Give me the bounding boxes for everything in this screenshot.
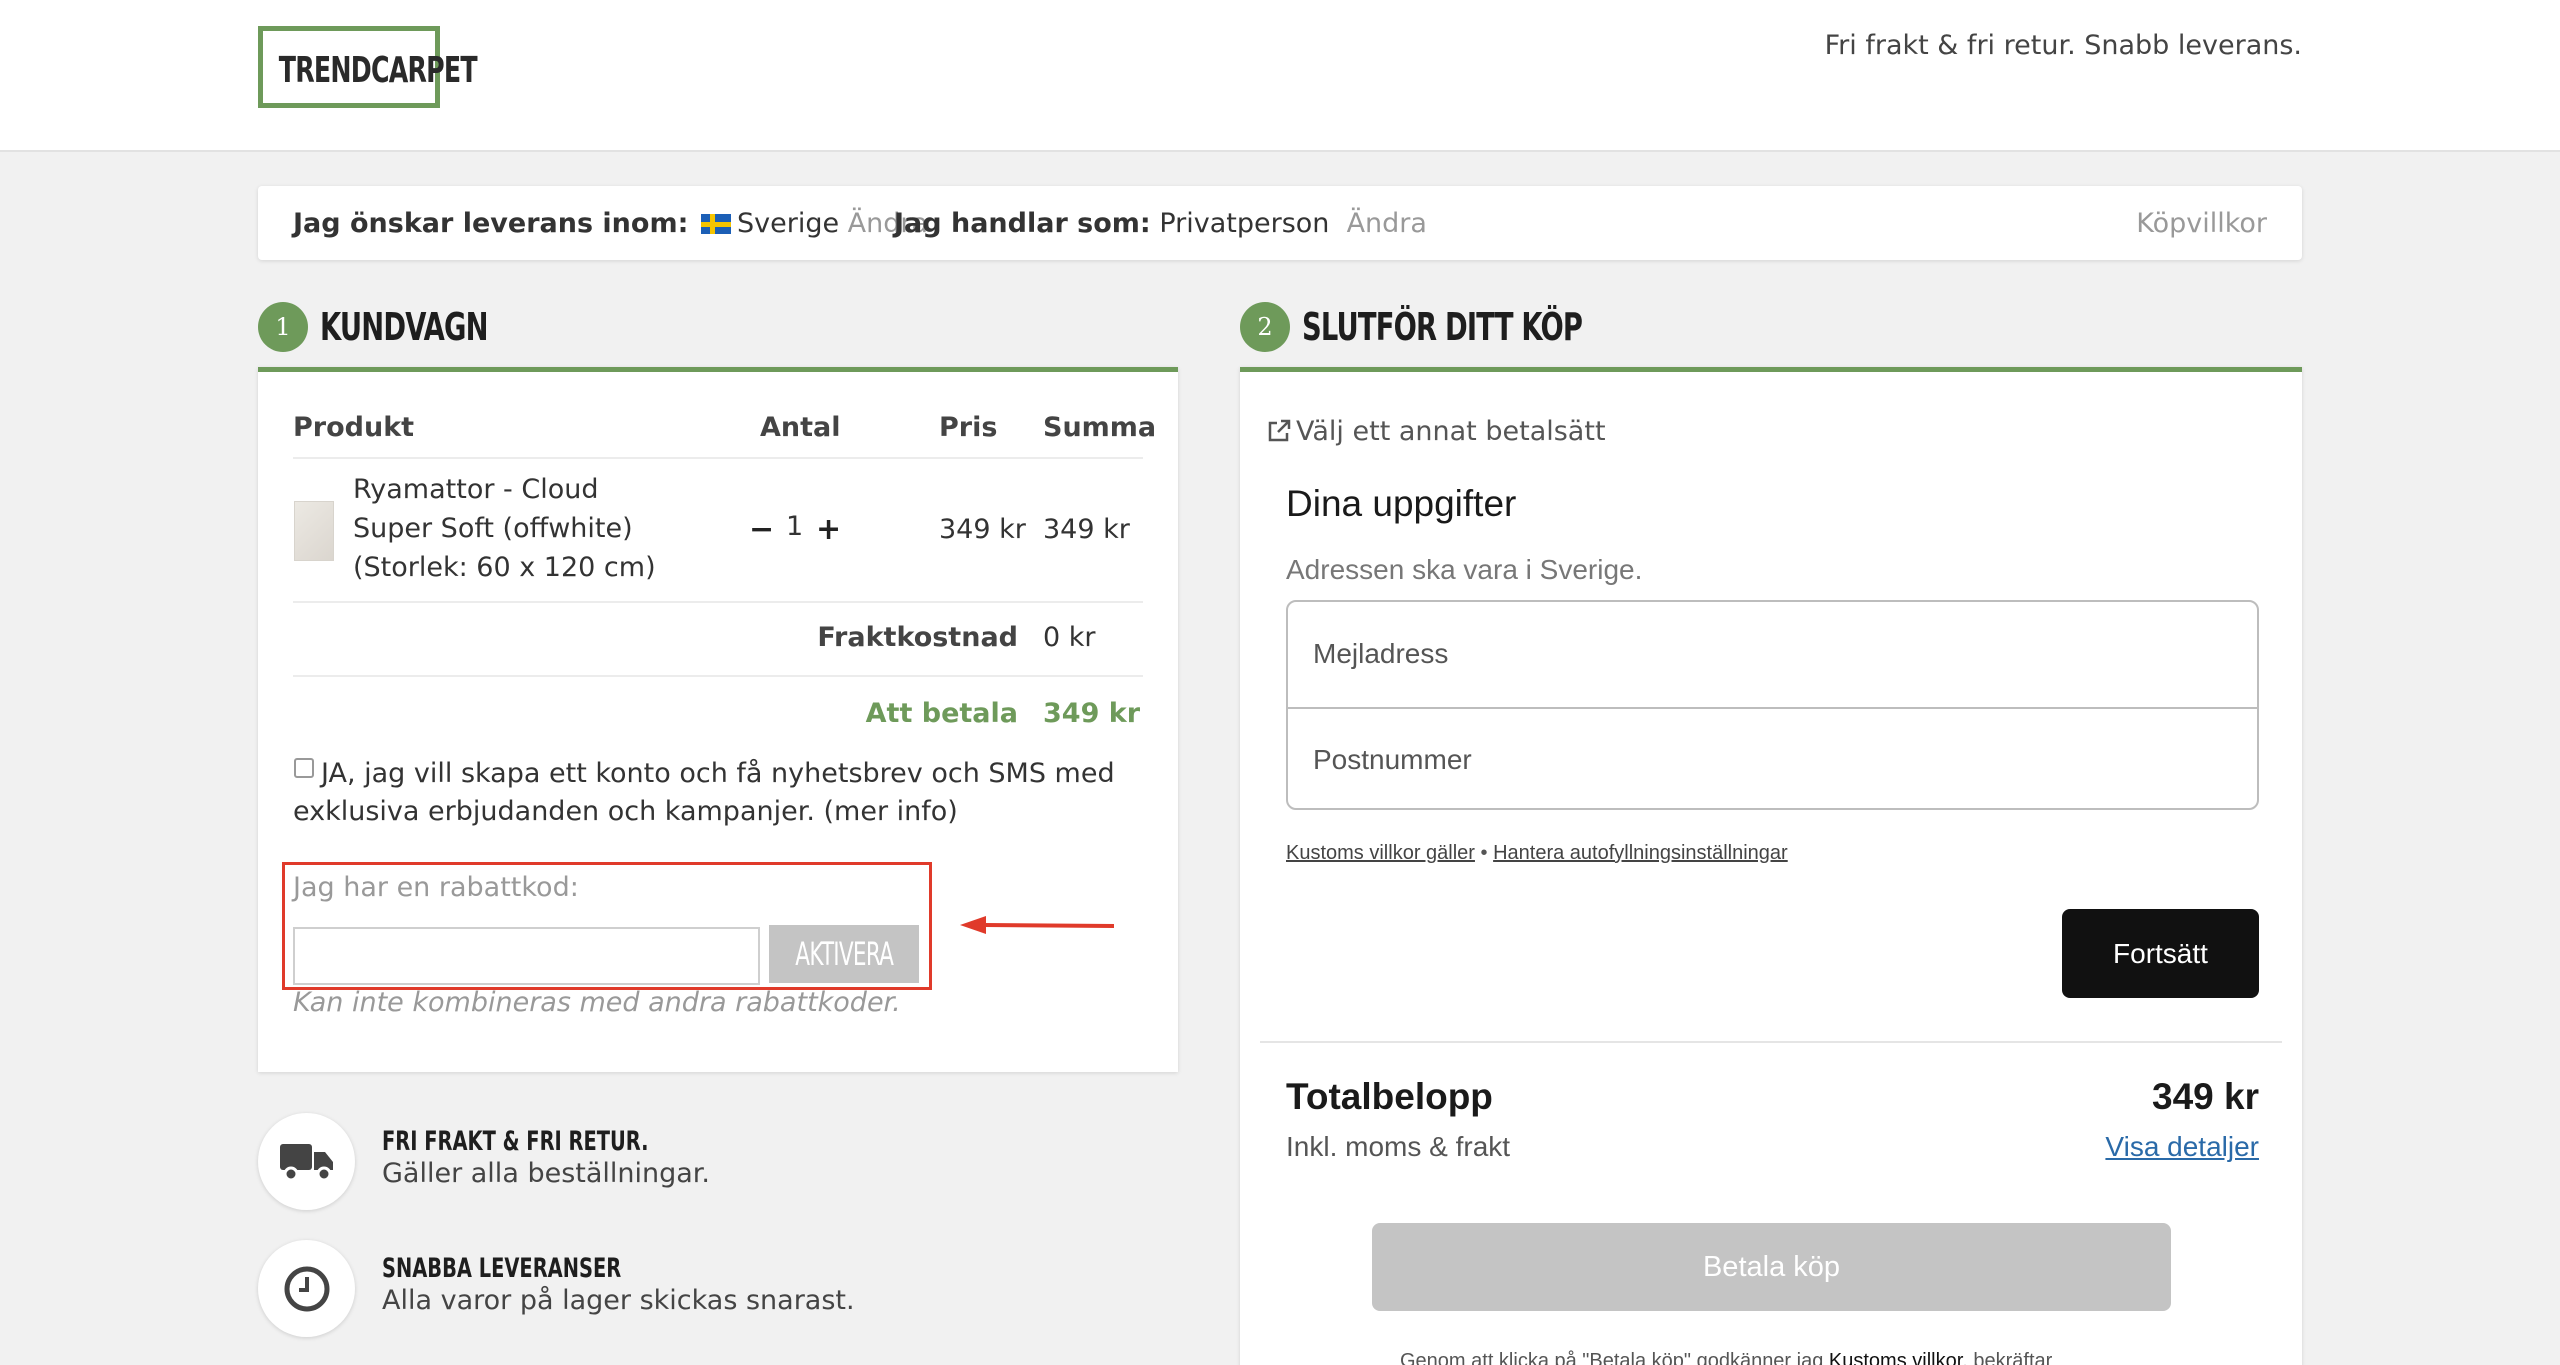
- feature-subtitle: Gäller alla beställningar.: [382, 1158, 711, 1189]
- header-tagline: Fri frakt & fri retur. Snabb leverans.: [1824, 30, 2302, 61]
- divider: [293, 601, 1143, 603]
- other-payment-label: Välj ett annat betalsätt: [1296, 416, 1606, 447]
- checkout-step-heading: 2 SLUTFÖR DITT KÖP: [1240, 302, 1652, 352]
- email-field[interactable]: Mejladress: [1288, 602, 2257, 706]
- step-number: 2: [1240, 302, 1290, 352]
- annotation-arrow-icon: [960, 916, 1115, 934]
- total-label: Att betala: [865, 698, 1018, 729]
- activate-discount-button[interactable]: AKTIVERA: [769, 925, 919, 983]
- buyer-label: Jag handlar som:: [894, 208, 1151, 239]
- shipping-label: Fraktkostnad: [817, 622, 1018, 653]
- header-quantity: Antal: [760, 412, 841, 443]
- cart-title: KUNDVAGN: [320, 305, 488, 349]
- sweden-flag-icon: [700, 214, 731, 234]
- product-size: (Storlek: 60 x 120 cm): [353, 552, 656, 583]
- cart-panel: Produkt Antal Pris Summa Ryamattor - Clo…: [258, 367, 1178, 1072]
- pay-button[interactable]: Betala köp: [1372, 1223, 2171, 1311]
- feature-title: SNABBA LEVERANSER: [382, 1253, 622, 1284]
- clock-icon: [284, 1266, 329, 1311]
- header-price: Pris: [939, 412, 998, 443]
- kustom-terms-link[interactable]: Kustoms villkor gäller: [1286, 842, 1475, 864]
- clock-icon-circle: [258, 1240, 355, 1337]
- quantity-value: 1: [786, 511, 804, 542]
- product-name-line: Ryamattor - Cloud: [353, 474, 599, 505]
- link-separator: •: [1480, 842, 1488, 864]
- contact-fields: Mejladress Postnummer: [1286, 600, 2259, 810]
- site-header: TRENDCARPET Fri frakt & fri retur. Snabb…: [0, 0, 2560, 152]
- product-name[interactable]: Ryamattor - Cloud Super Soft (offwhite) …: [353, 470, 656, 587]
- item-sum: 349 kr: [1043, 514, 1130, 545]
- continue-button[interactable]: Fortsätt: [2062, 909, 2259, 998]
- item-price: 349 kr: [939, 514, 1026, 545]
- product-thumbnail[interactable]: [294, 501, 334, 561]
- legal-text: Genom att klicka på "Betala köp" godkänn…: [1400, 1350, 2052, 1365]
- buyer-type-group: Jag handlar som: Privatperson Ändra: [894, 208, 1427, 239]
- truck-icon: [279, 1143, 333, 1181]
- cart-step-heading: 1 KUNDVAGN: [258, 302, 530, 352]
- delivery-country: Sverige: [736, 208, 840, 239]
- change-buyer-link[interactable]: Ändra: [1347, 208, 1427, 239]
- legal-suffix: , bekräftar: [1962, 1350, 2053, 1365]
- increase-quantity-button[interactable]: +: [816, 512, 841, 547]
- delivery-label: Jag önskar leverans inom:: [293, 208, 689, 239]
- buyer-type: Privatperson: [1159, 208, 1330, 239]
- autofill-settings-link[interactable]: Hantera autofyllningsinställningar: [1493, 842, 1788, 864]
- divider: [293, 457, 1143, 459]
- decrease-quantity-button[interactable]: −: [749, 512, 774, 547]
- external-link-icon: [1268, 419, 1291, 442]
- total-value: 349 kr: [1043, 698, 1141, 729]
- delivery-bar: Jag önskar leverans inom: Sverige Ändra …: [258, 186, 2302, 260]
- logo-text: TRENDCARPET: [278, 50, 478, 91]
- truck-icon-circle: [258, 1113, 355, 1210]
- delivery-country-group: Jag önskar leverans inom: Sverige Ändra: [293, 208, 928, 239]
- product-name-line: Super Soft (offwhite): [353, 513, 633, 544]
- checkout-panel: Välj ett annat betalsätt Dina uppgifter …: [1240, 367, 2302, 1365]
- shipping-value: 0 kr: [1043, 622, 1096, 653]
- newsletter-consent-text: JA, jag vill skapa ett konto och få nyhe…: [293, 758, 1115, 827]
- total-amount-value: 349 kr: [2152, 1076, 2259, 1117]
- show-details-link[interactable]: Visa detaljer: [2105, 1131, 2259, 1163]
- details-title: Dina uppgifter: [1286, 483, 1517, 524]
- step-number: 1: [258, 302, 308, 352]
- divider: [1260, 1041, 2282, 1043]
- other-payment-link[interactable]: Välj ett annat betalsätt: [1266, 416, 1606, 447]
- legal-prefix: Genom att klicka på "Betala köp" godkänn…: [1400, 1350, 1824, 1365]
- address-note: Adressen ska vara i Sverige.: [1286, 554, 1643, 585]
- divider: [293, 675, 1143, 677]
- total-amount-label: Totalbelopp: [1286, 1076, 1493, 1117]
- checkout-title: SLUTFÖR DITT KÖP: [1302, 305, 1583, 349]
- discount-note: Kan inte kombineras med andra rabattkode…: [293, 987, 901, 1018]
- feature-subtitle: Alla varor på lager skickas snarast.: [382, 1285, 855, 1316]
- activate-label: AKTIVERA: [795, 935, 894, 973]
- header-product: Produkt: [293, 412, 415, 443]
- total-amount-note: Inkl. moms & frakt: [1286, 1131, 1511, 1162]
- checkout-links: Kustoms villkor gäller • Hantera autofyl…: [1286, 842, 1788, 865]
- discount-code-input[interactable]: [293, 927, 760, 985]
- feature-title: FRI FRAKT & FRI RETUR.: [382, 1126, 649, 1157]
- discount-label: Jag har en rabattkod:: [293, 872, 579, 903]
- legal-terms-link[interactable]: Kustoms villkor: [1829, 1350, 1962, 1365]
- terms-link[interactable]: Köpvillkor: [2136, 208, 2267, 239]
- postcode-field[interactable]: Postnummer: [1288, 707, 2257, 808]
- header-sum: Summa: [1043, 412, 1157, 443]
- trendcarpet-logo[interactable]: TRENDCARPET: [258, 26, 478, 108]
